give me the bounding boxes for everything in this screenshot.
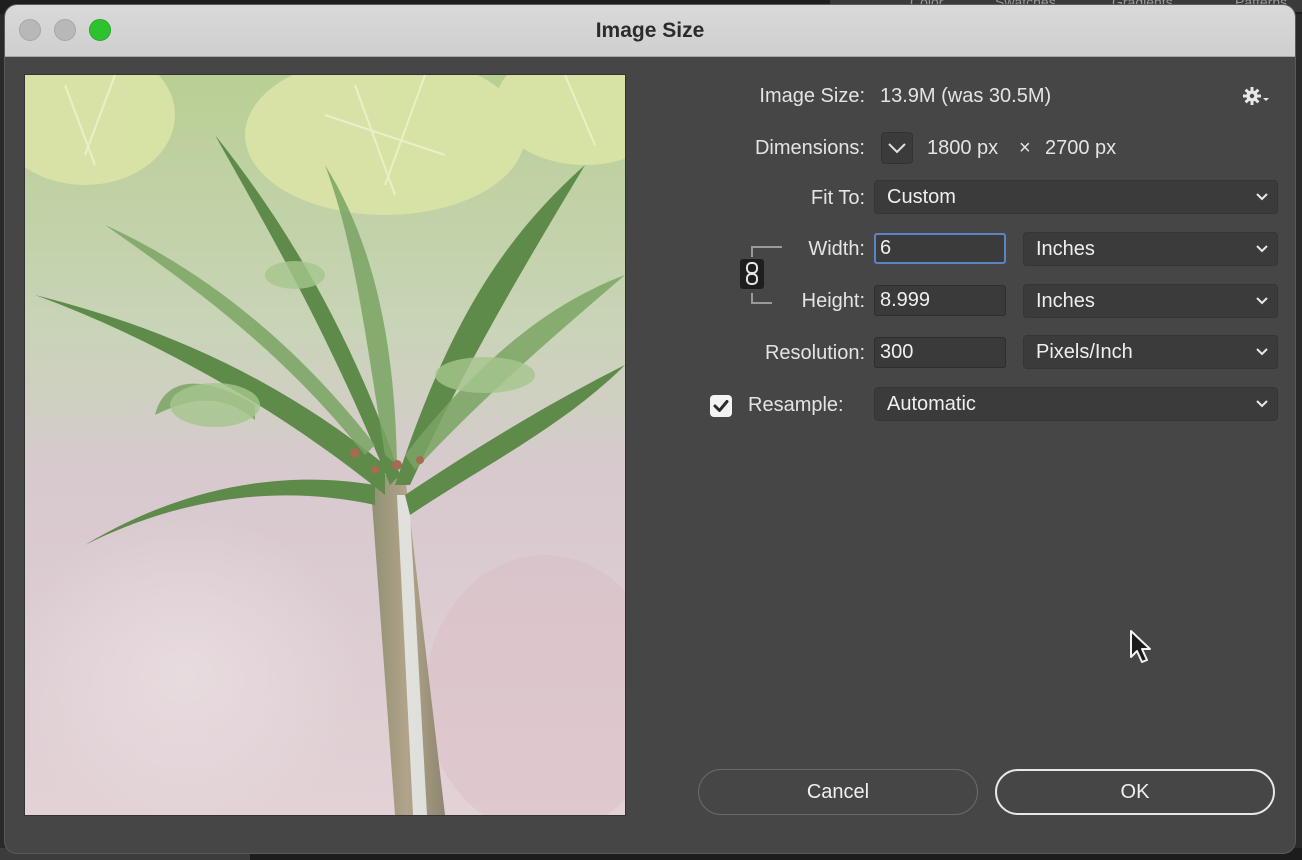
- dialog-title: Image Size: [595, 19, 705, 42]
- checkmark-icon: [713, 400, 729, 412]
- fit-to-select[interactable]: Custom: [874, 180, 1278, 214]
- image-preview[interactable]: [24, 74, 626, 816]
- resolution-unit-value: Pixels/Inch: [1036, 341, 1133, 363]
- resample-value: Automatic: [887, 393, 976, 415]
- ok-button[interactable]: OK: [995, 769, 1275, 815]
- fit-to-value: Custom: [887, 186, 956, 208]
- chevron-down-icon: [1256, 400, 1268, 408]
- fit-to-label: Fit To:: [810, 187, 865, 209]
- dialog-titlebar: Image Size: [5, 5, 1295, 57]
- resample-select[interactable]: Automatic: [874, 387, 1278, 421]
- chevron-down-icon: [1256, 245, 1268, 253]
- dimensions-unit-toggle[interactable]: [881, 132, 913, 164]
- height-input[interactable]: 8.999: [874, 285, 1006, 316]
- cancel-button[interactable]: Cancel: [698, 769, 978, 815]
- resolution-unit-select[interactable]: Pixels/Inch: [1023, 335, 1278, 369]
- chevron-down-icon: [1256, 297, 1268, 305]
- chevron-down-icon: [1256, 348, 1268, 356]
- chevron-down-icon: [888, 143, 906, 154]
- image-size-label: Image Size:: [759, 85, 865, 107]
- resample-label: Resample:: [748, 394, 844, 416]
- width-unit-value: Inches: [1036, 238, 1095, 260]
- width-unit-select[interactable]: Inches: [1023, 232, 1278, 266]
- height-unit-select[interactable]: Inches: [1023, 284, 1278, 318]
- height-unit-value: Inches: [1036, 290, 1095, 312]
- dimensions-label: Dimensions:: [754, 137, 865, 159]
- plant-photo: [25, 75, 625, 815]
- resolution-input[interactable]: 300: [874, 337, 1006, 368]
- chevron-down-icon: [1256, 193, 1268, 201]
- width-input[interactable]: 6: [874, 233, 1006, 264]
- image-size-dialog: Image Size Image Size: 13.9M (was 30.5M)…: [5, 5, 1295, 853]
- resample-checkbox[interactable]: [710, 395, 732, 417]
- resolution-label: Resolution:: [764, 342, 865, 364]
- dimensions-height-px: 2700 px: [1045, 137, 1117, 159]
- gear-icon[interactable]: [1241, 85, 1271, 107]
- pointer-cursor-icon: [1130, 630, 1151, 663]
- dimensions-times: ×: [1019, 137, 1031, 159]
- image-size-value: 13.9M (was 30.5M): [880, 85, 1052, 107]
- height-label: Height:: [801, 290, 865, 312]
- dimensions-width-px: 1800 px: [927, 137, 999, 159]
